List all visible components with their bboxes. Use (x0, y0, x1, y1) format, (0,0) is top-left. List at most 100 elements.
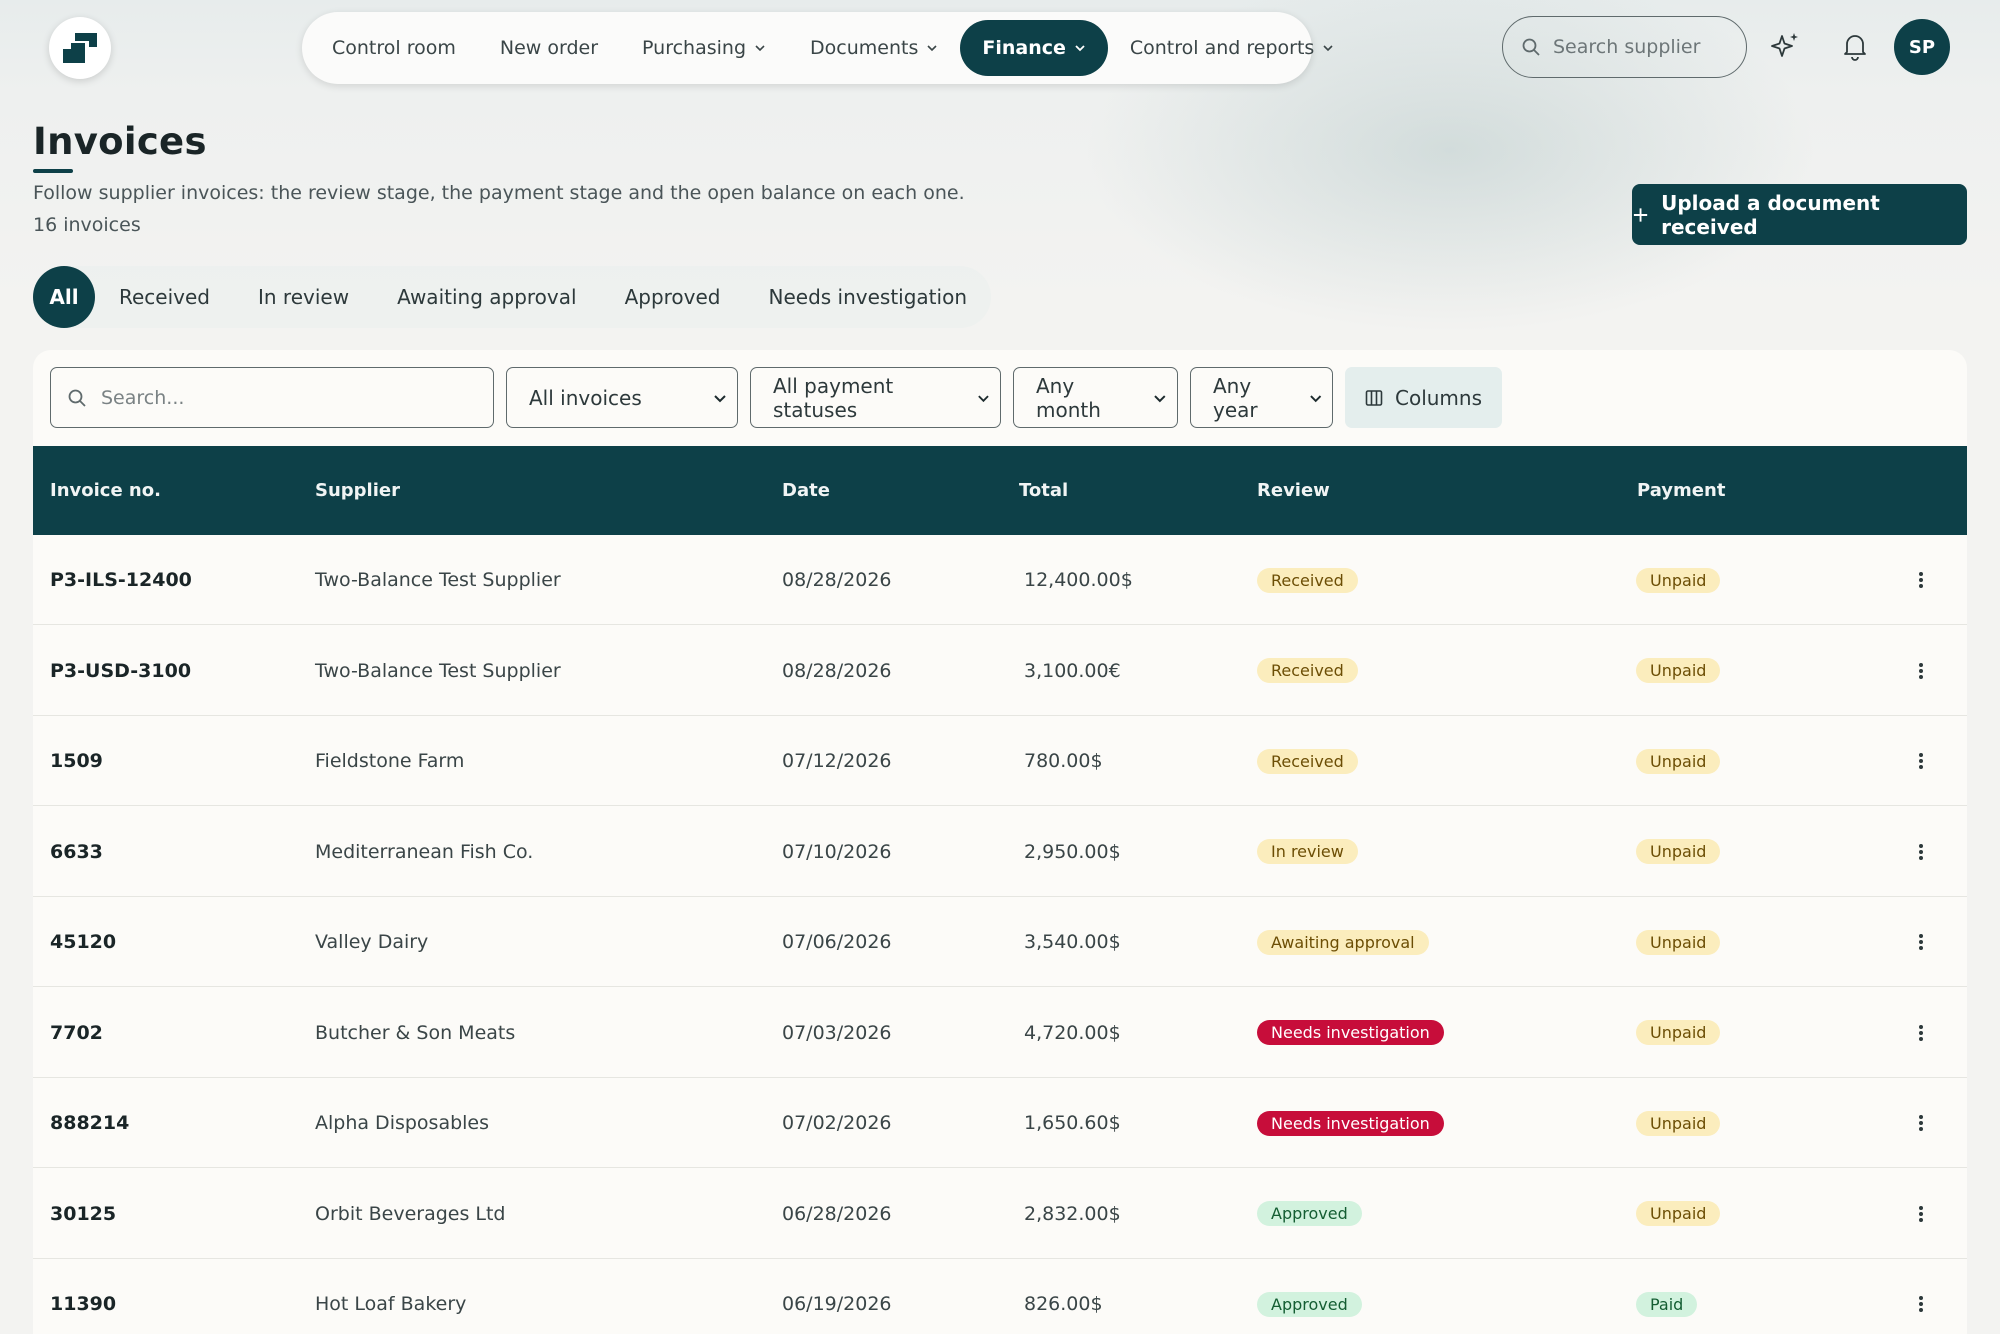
row-actions-button[interactable] (1911, 988, 1931, 1078)
review-status-badge: In review (1257, 839, 1358, 864)
table-row[interactable]: 30125 Orbit Beverages Ltd 06/28/2026 2,832.… (33, 1169, 1967, 1259)
nav-purchasing[interactable]: Purchasing (620, 20, 788, 76)
col-supplier[interactable]: Supplier (315, 446, 400, 535)
nav-finance[interactable]: Finance (960, 20, 1108, 76)
tab-in-review[interactable]: In review (234, 266, 373, 328)
columns-icon (1365, 389, 1383, 406)
table-row[interactable]: 888214 Alpha Disposables 07/02/2026 1,650.6… (33, 1078, 1967, 1168)
tab-received[interactable]: Received (95, 266, 234, 328)
nav-new-order[interactable]: New order (478, 20, 620, 76)
tab-awaiting-approval[interactable]: Awaiting approval (373, 266, 600, 328)
payment-cell: Unpaid (1636, 897, 1721, 987)
invoice-number: P3-USD-3100 (50, 659, 192, 682)
col-date[interactable]: Date (782, 446, 830, 535)
review-cell: Received (1257, 535, 1358, 625)
table-row[interactable]: 6633 Mediterranean Fish Co. 07/10/2026 2,95… (33, 807, 1967, 897)
nav-control-room[interactable]: Control room (310, 20, 478, 76)
invoice-search-input[interactable]: Search... (50, 367, 494, 428)
row-actions-button[interactable] (1911, 897, 1931, 987)
review-cell: Needs investigation (1257, 988, 1444, 1078)
nav-label: Purchasing (642, 37, 747, 59)
chevron-down-icon (1154, 394, 1166, 402)
row-actions-button[interactable] (1911, 807, 1931, 897)
columns-button[interactable]: Columns (1345, 367, 1503, 428)
col-payment[interactable]: Payment (1637, 446, 1725, 535)
row-actions-button[interactable] (1911, 1078, 1931, 1168)
review-cell: Received (1257, 716, 1358, 806)
nav-control-and-reports[interactable]: Control and reports (1108, 20, 1356, 76)
tab-label: Received (119, 285, 210, 309)
row-actions-button[interactable] (1911, 1259, 1931, 1334)
more-vertical-icon (1919, 1115, 1923, 1131)
bell-icon (1844, 35, 1866, 61)
supplier-name: Butcher & Son Meats (315, 1021, 516, 1044)
upload-document-button[interactable]: Upload a document received (1632, 184, 1967, 245)
supplier-name: Two-Balance Test Supplier (315, 659, 561, 682)
payment-status-select[interactable]: All payment statuses (750, 367, 1001, 428)
more-vertical-icon (1919, 843, 1923, 860)
more-vertical-icon (1919, 753, 1923, 769)
invoice-date: 07/06/2026 (782, 931, 892, 953)
month-select[interactable]: Any month (1013, 367, 1178, 428)
review-cell: Needs investigation (1257, 1078, 1444, 1168)
nav-label: Control room (332, 37, 456, 59)
tab-label: Awaiting approval (397, 285, 577, 309)
payment-status-badge: Unpaid (1636, 567, 1721, 593)
more-vertical-icon (1919, 572, 1923, 588)
row-actions-button[interactable] (1911, 535, 1931, 625)
row-actions-button[interactable] (1911, 716, 1931, 806)
table-row[interactable]: 1509 Fieldstone Farm 07/12/2026 780.00$ Rece… (33, 716, 1967, 806)
table-row[interactable]: 11390 Hot Loaf Bakery 06/19/2026 826.00$ App… (33, 1259, 1967, 1334)
year-select[interactable]: Any year (1190, 367, 1333, 428)
tab-approved[interactable]: Approved (601, 266, 745, 328)
nav-label: New order (499, 37, 599, 59)
invoice-date: 07/12/2026 (782, 750, 892, 772)
table-row[interactable]: P3-USD-3100 Two-Balance Test Supplier 08/2… (33, 626, 1967, 716)
tab-label: In review (258, 285, 350, 309)
tab-label: Needs investigation (768, 285, 968, 309)
row-actions-button[interactable] (1911, 1169, 1931, 1259)
payment-cell: Unpaid (1636, 626, 1721, 716)
ai-assistant-button[interactable] (1762, 22, 1810, 70)
payment-cell: Unpaid (1636, 1078, 1721, 1168)
invoice-type-select[interactable]: All invoices (506, 367, 738, 428)
chevron-down-icon (978, 395, 989, 402)
invoice-date: 06/28/2026 (782, 1202, 892, 1225)
tab-label: All (49, 285, 79, 309)
supplier-name: Two-Balance Test Supplier (315, 569, 561, 591)
col-total[interactable]: Total (1019, 446, 1068, 535)
notifications-button[interactable] (1831, 22, 1879, 70)
invoice-number: 888214 (50, 1112, 130, 1134)
table-row[interactable]: P3-ILS-12400 Two-Balance Test Supplier 08/… (33, 535, 1967, 625)
invoice-total: 780.00$ (1024, 750, 1103, 772)
select-value: All payment statuses (773, 373, 894, 422)
payment-cell: Unpaid (1636, 988, 1721, 1078)
avatar-initials: SP (1908, 36, 1936, 58)
invoice-total: 12,400.00$ (1024, 569, 1133, 591)
table-row[interactable]: 7702 Butcher & Son Meats 07/03/2026 4,720.0… (33, 988, 1967, 1078)
user-avatar[interactable]: SP (1894, 19, 1950, 75)
col-invoice-no[interactable]: Invoice no. (50, 446, 161, 535)
payment-cell: Paid (1636, 1259, 1698, 1334)
payment-status-badge: Unpaid (1636, 1020, 1721, 1045)
tab-all[interactable]: All (33, 266, 95, 328)
supplier-name: Valley Dairy (315, 931, 429, 953)
main-nav: Control room New order Purchasing Docume… (302, 12, 1333, 84)
col-review[interactable]: Review (1257, 446, 1330, 535)
review-cell: Approved (1257, 1169, 1362, 1259)
row-actions-button[interactable] (1911, 626, 1931, 716)
nav-label: Finance (982, 37, 1066, 59)
select-value: All invoices (529, 385, 642, 410)
invoice-number: 45120 (50, 931, 117, 953)
payment-status-badge: Unpaid (1636, 1110, 1721, 1136)
invoice-search-placeholder: Search... (101, 386, 185, 409)
invoice-date: 07/02/2026 (782, 1112, 892, 1134)
table-row[interactable]: 45120 Valley Dairy 07/06/2026 3,540.00$ Awai… (33, 897, 1967, 987)
review-status-badge: Needs investigation (1257, 1020, 1444, 1045)
app-logo[interactable] (49, 17, 111, 79)
tab-needs-investigation[interactable]: Needs investigation (745, 266, 992, 328)
nav-documents[interactable]: Documents (788, 20, 960, 76)
supplier-search-input[interactable]: Search supplier (1502, 16, 1747, 78)
invoice-number: 11390 (50, 1293, 117, 1315)
chevron-down-icon (1075, 45, 1085, 52)
